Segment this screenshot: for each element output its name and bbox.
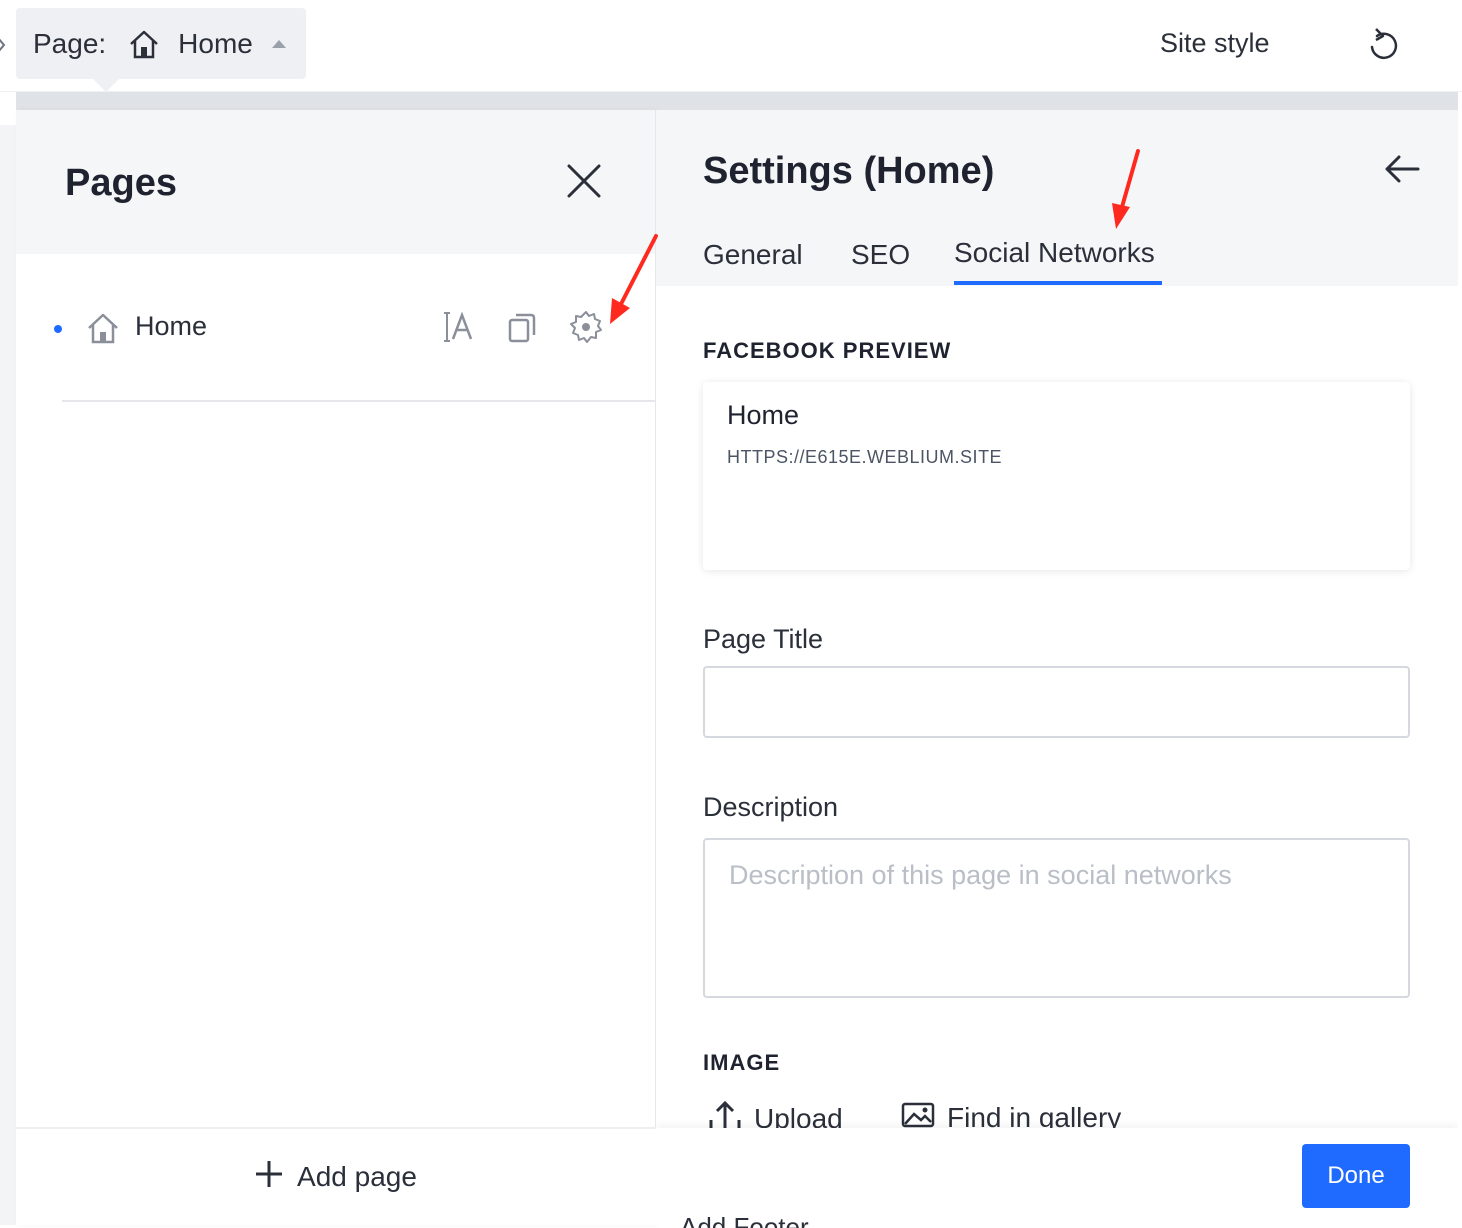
- plus-icon: [255, 1160, 283, 1195]
- pages-panel: Pages Home Add page: [16, 110, 656, 1225]
- arrow-left-icon: [1384, 154, 1420, 187]
- add-page-label: Add page: [297, 1161, 417, 1192]
- top-bar: Page: Home Site style: [0, 0, 1462, 92]
- page-list-item-label: Home: [135, 311, 208, 341]
- back-button[interactable]: [1380, 150, 1424, 190]
- settings-panel: Settings (Home) General SEO Social Netwo…: [656, 110, 1458, 1225]
- settings-footer: Done: [656, 1128, 1458, 1225]
- preview-url: HTTPS://E615E.WEBLIUM.SITE: [727, 447, 1003, 467]
- preview-title: Home: [727, 400, 800, 430]
- canvas-edge: [0, 125, 16, 1225]
- add-page-button[interactable]: Add page: [255, 1160, 417, 1195]
- page-selector-prefix: Page:: [33, 27, 107, 59]
- rename-text-icon: [441, 310, 475, 347]
- description-textarea[interactable]: [703, 838, 1410, 998]
- close-icon: [567, 164, 601, 201]
- page-list-item[interactable]: Home: [16, 254, 656, 402]
- gear-icon: [569, 310, 603, 347]
- tab-seo[interactable]: SEO: [851, 225, 910, 285]
- rename-page-button[interactable]: [440, 310, 476, 346]
- add-footer-peek: Add Footer: [680, 1212, 809, 1228]
- pages-footer: Add page: [16, 1127, 656, 1225]
- duplicate-page-button[interactable]: [504, 310, 540, 346]
- description-label: Description: [703, 792, 839, 822]
- facebook-preview-card: Home HTTPS://E615E.WEBLIUM.SITE: [703, 382, 1410, 570]
- page-list-divider: [62, 400, 656, 402]
- current-page-name: Home: [178, 27, 253, 59]
- caret-up-icon: [271, 39, 287, 49]
- page-title-input[interactable]: [703, 666, 1410, 738]
- home-icon: [86, 312, 120, 349]
- current-page-dot: [54, 325, 62, 333]
- close-pages-button[interactable]: [564, 162, 604, 202]
- site-style-button[interactable]: Site style: [1160, 28, 1270, 59]
- page-settings-button[interactable]: [568, 310, 604, 346]
- settings-header: Settings (Home) General SEO Social Netwo…: [656, 110, 1458, 286]
- tab-social-networks[interactable]: Social Networks: [954, 225, 1162, 285]
- chevron-right-icon[interactable]: [0, 36, 6, 59]
- image-section-label: IMAGE: [703, 1050, 781, 1075]
- settings-title: Settings (Home): [703, 150, 995, 192]
- home-icon: [128, 29, 160, 59]
- pages-title: Pages: [65, 162, 177, 204]
- done-button[interactable]: Done: [1302, 1144, 1410, 1208]
- page-title-label: Page Title: [703, 624, 824, 654]
- pages-header: Pages: [16, 110, 655, 254]
- undo-button[interactable]: [1363, 26, 1403, 66]
- undo-icon: [1367, 27, 1399, 66]
- panel-top-strip: [16, 92, 1458, 110]
- selector-pointer: [93, 79, 119, 92]
- tab-general[interactable]: General: [703, 225, 803, 285]
- copy-icon: [507, 310, 537, 347]
- facebook-preview-label: FACEBOOK PREVIEW: [703, 338, 952, 363]
- page-selector[interactable]: Page: Home: [16, 8, 306, 79]
